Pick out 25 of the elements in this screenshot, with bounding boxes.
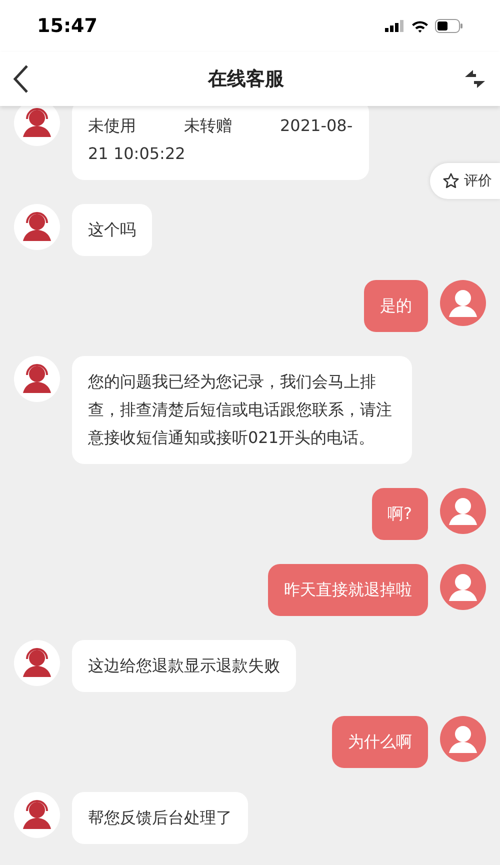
message-bubble: 这个吗 — [72, 204, 152, 256]
status-time: 15:47 — [37, 14, 98, 39]
battery-icon — [435, 19, 463, 33]
user-avatar-icon — [440, 488, 486, 534]
message-bubble: 您的问题我已经为您记录，我们会马上排查，排查清楚后短信或电话跟您联系，请注意接收短信通知或接听021开头的电话。 — [72, 356, 412, 464]
signal-icon — [385, 20, 405, 32]
star-icon — [442, 172, 460, 190]
message-bubble: 未使用 未转赠 2021-08- 21 10:05:22 — [72, 106, 369, 180]
user-avatar-icon — [440, 564, 486, 610]
wifi-icon — [411, 20, 429, 32]
agent-avatar-icon — [14, 356, 60, 402]
message-bubble: 昨天直接就退掉啦 — [268, 564, 428, 616]
user-avatar-icon — [440, 280, 486, 326]
rating-button[interactable]: 评价 — [430, 163, 500, 199]
back-icon[interactable] — [12, 64, 30, 94]
header-title: 在线客服 — [208, 66, 284, 92]
agent-avatar-icon — [14, 792, 60, 838]
message-bubble: 是的 — [364, 280, 428, 332]
agent-avatar-icon — [14, 204, 60, 250]
message-bubble: 啊? — [372, 488, 428, 540]
message-bubble: 为什么啊 — [332, 716, 428, 768]
message-bubble: 帮您反馈后台处理了 — [72, 792, 248, 844]
agent-avatar-icon — [14, 640, 60, 686]
message-bubble: 这边给您退款显示退款失败 — [72, 640, 296, 692]
user-avatar-icon — [440, 716, 486, 762]
